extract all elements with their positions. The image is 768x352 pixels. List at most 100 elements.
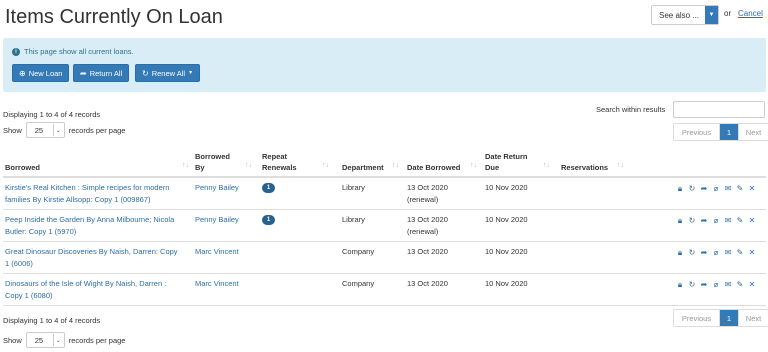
col-date-borrowed[interactable]: Date Borrowed bbox=[407, 162, 460, 173]
previous-button[interactable]: Previous bbox=[674, 310, 720, 326]
attach-icon[interactable]: ⌀ bbox=[712, 216, 720, 226]
edit-icon[interactable]: ✎ bbox=[736, 216, 744, 226]
email-icon[interactable]: ✉ bbox=[724, 216, 732, 226]
info-panel: i This page show all current loans. ⊕ Ne… bbox=[3, 38, 766, 92]
email-icon[interactable]: ✉ bbox=[724, 280, 732, 290]
col-borrowed-by[interactable]: Borrowed By bbox=[195, 151, 230, 173]
row-divider bbox=[3, 209, 766, 210]
attach-icon[interactable]: ⌀ bbox=[712, 280, 720, 290]
sort-icon[interactable]: ↑↓ bbox=[182, 162, 189, 169]
search-input[interactable] bbox=[673, 101, 765, 118]
next-button[interactable]: Next bbox=[738, 124, 768, 140]
sort-icon[interactable]: ↑↓ bbox=[245, 162, 252, 169]
item-link[interactable]: Kirstie's Real Kitchen : Simple recipes … bbox=[5, 182, 169, 206]
date-borrowed-cell: 13 Oct 2020 bbox=[407, 279, 448, 288]
lock-icon[interactable]: 🔒︎ bbox=[676, 184, 684, 194]
due-date-cell: 10 Nov 2020 bbox=[485, 247, 528, 256]
item-link[interactable]: Dinosaurs of the Isle of Wight By Naish,… bbox=[5, 278, 166, 302]
item-link[interactable]: Great Dinosaur Discoveries By Naish, Dar… bbox=[5, 246, 178, 270]
attach-icon[interactable]: ⌀ bbox=[712, 184, 720, 194]
col-due-line2: Due bbox=[485, 163, 500, 172]
borrower-link[interactable]: Penny Bailey bbox=[195, 182, 239, 194]
chevron-down-icon: ⌄ bbox=[52, 334, 63, 346]
col-borrowed[interactable]: Borrowed bbox=[5, 162, 40, 173]
item-link[interactable]: Peep Inside the Garden By Anna Milbourne… bbox=[5, 214, 174, 238]
row-actions: 🔒︎ ↻ ➦ ⌀ ✉ ✎ ✕ bbox=[676, 280, 756, 290]
email-icon[interactable]: ✉ bbox=[724, 184, 732, 194]
edit-icon[interactable]: ✎ bbox=[736, 184, 744, 194]
renew-icon[interactable]: ↻ bbox=[688, 216, 696, 226]
due-date-cell: 10 Nov 2020 bbox=[485, 183, 528, 192]
col-repeat-line1: Repeat bbox=[262, 152, 288, 161]
col-borrowed-by-line2: By bbox=[195, 163, 205, 172]
renew-icon[interactable]: ↻ bbox=[688, 184, 696, 194]
delete-icon[interactable]: ✕ bbox=[748, 248, 756, 258]
attach-icon[interactable]: ⌀ bbox=[712, 248, 720, 258]
share-icon[interactable]: ➦ bbox=[700, 184, 708, 194]
chevron-down-icon[interactable]: ▼ bbox=[705, 6, 718, 24]
chevron-down-icon: ⌄ bbox=[52, 124, 63, 136]
new-loan-label: New Loan bbox=[28, 68, 63, 78]
show-label: Show bbox=[3, 125, 22, 135]
per-page-label: records per page bbox=[68, 125, 126, 135]
cancel-link[interactable]: Cancel bbox=[738, 9, 763, 18]
sort-icon[interactable]: ↑↓ bbox=[543, 162, 550, 169]
date-borrowed-value: 13 Oct 2020 bbox=[407, 183, 448, 192]
info-icon: i bbox=[12, 47, 20, 56]
delete-icon[interactable]: ✕ bbox=[748, 184, 756, 194]
new-loan-button[interactable]: ⊕ New Loan bbox=[12, 64, 70, 82]
department-cell: Library bbox=[342, 183, 365, 192]
page-1-button[interactable]: 1 bbox=[720, 124, 738, 140]
row-divider bbox=[3, 273, 766, 274]
col-date-due[interactable]: Date Return Due bbox=[485, 151, 528, 173]
item-title-line1: Dinosaurs of the Isle of Wight By Naish,… bbox=[5, 279, 167, 288]
renew-icon[interactable]: ↻ bbox=[688, 248, 696, 258]
due-date-cell: 10 Nov 2020 bbox=[485, 279, 528, 288]
col-reservations[interactable]: Reservations bbox=[561, 162, 608, 173]
page-1-button[interactable]: 1 bbox=[720, 310, 738, 326]
sort-icon[interactable]: ↑↓ bbox=[617, 162, 624, 169]
col-repeat-line2: Renewals bbox=[262, 163, 297, 172]
col-repeat-renewals[interactable]: Repeat Renewals bbox=[262, 151, 297, 173]
edit-icon[interactable]: ✎ bbox=[736, 248, 744, 258]
lock-icon[interactable]: 🔒︎ bbox=[676, 216, 684, 226]
col-due-line1: Date Return bbox=[485, 152, 528, 161]
page-size-select[interactable]: 25 ⌄ bbox=[25, 332, 65, 348]
lock-icon[interactable]: 🔒︎ bbox=[676, 280, 684, 290]
row-divider bbox=[3, 241, 766, 242]
date-borrowed-value: 13 Oct 2020 bbox=[407, 215, 448, 224]
date-borrowed-cell: 13 Oct 2020 (renewal) bbox=[407, 214, 448, 238]
see-also-dropdown[interactable]: See also ... ▼ bbox=[651, 5, 719, 25]
previous-button[interactable]: Previous bbox=[674, 124, 720, 140]
delete-icon[interactable]: ✕ bbox=[748, 216, 756, 226]
next-button[interactable]: Next bbox=[738, 310, 768, 326]
borrower-link[interactable]: Penny Bailey bbox=[195, 214, 239, 226]
item-title-line1: Great Dinosaur Discoveries By Naish, Dar… bbox=[5, 247, 178, 256]
share-icon[interactable]: ➦ bbox=[700, 248, 708, 258]
renew-all-label: Renew All bbox=[151, 68, 186, 78]
show-label: Show bbox=[3, 335, 22, 345]
department-cell: Company bbox=[342, 247, 375, 256]
page-size-value: 25 bbox=[34, 335, 44, 345]
item-title-line2: 1 (6006) bbox=[5, 259, 33, 268]
row-divider bbox=[3, 305, 766, 306]
chevron-down-icon: ▼ bbox=[188, 70, 194, 76]
share-icon[interactable]: ➦ bbox=[700, 280, 708, 290]
borrower-link[interactable]: Marc Vincent bbox=[195, 246, 239, 258]
share-icon[interactable]: ➦ bbox=[700, 216, 708, 226]
lock-icon[interactable]: 🔒︎ bbox=[676, 248, 684, 258]
page-size-select[interactable]: 25 ⌄ bbox=[25, 122, 65, 138]
borrower-link[interactable]: Marc Vincent bbox=[195, 278, 239, 290]
sort-icon[interactable]: ↑↓ bbox=[470, 162, 477, 169]
sort-icon[interactable]: ↑↓ bbox=[322, 162, 329, 169]
email-icon[interactable]: ✉ bbox=[724, 248, 732, 258]
renew-all-button[interactable]: ↻ Renew All ▼ bbox=[135, 64, 201, 82]
due-date-cell: 10 Nov 2020 bbox=[485, 215, 528, 224]
sort-icon[interactable]: ↑↓ bbox=[392, 162, 399, 169]
delete-icon[interactable]: ✕ bbox=[748, 280, 756, 290]
col-department[interactable]: Department bbox=[342, 162, 384, 173]
return-all-button[interactable]: ➦ Return All bbox=[73, 64, 130, 82]
edit-icon[interactable]: ✎ bbox=[736, 280, 744, 290]
department-cell: Library bbox=[342, 215, 365, 224]
renew-icon[interactable]: ↻ bbox=[688, 280, 696, 290]
